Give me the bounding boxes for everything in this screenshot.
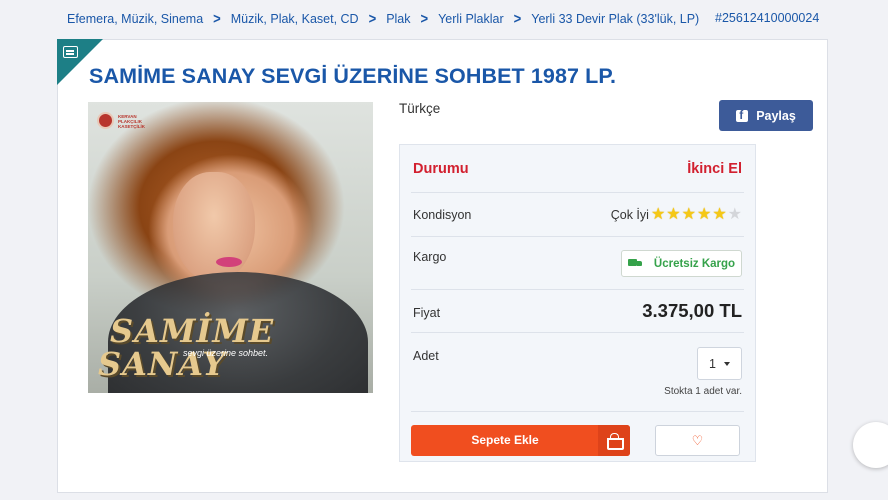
quantity-label: Adet (413, 349, 439, 363)
product-language: Türkçe (399, 101, 441, 116)
share-label: Paylaş (756, 108, 796, 123)
condition-value: İkinci El (687, 161, 742, 177)
breadcrumb-separator-icon: > (513, 10, 522, 27)
cargo-row: Kargo Ücretsiz Kargo (411, 237, 744, 290)
cargo-label: Kargo (413, 250, 447, 264)
label-logo-icon (97, 112, 114, 129)
add-to-cart-button[interactable]: Sepete Ekle (411, 425, 630, 456)
breadcrumb-separator-icon: > (420, 10, 429, 27)
quantity-select[interactable]: 1 (697, 347, 742, 380)
breadcrumb-item-yerli-plaklar[interactable]: Yerli Plaklar (438, 12, 504, 26)
kondisyon-row: Kondisyon Çok İyi ★★★★★★ (411, 193, 744, 237)
cover-logo-text: KERVAN PLAKÇILIK KASETÇİLİK (118, 114, 145, 129)
facebook-icon (736, 108, 749, 122)
chevron-down-icon (723, 361, 730, 366)
cargo-value: Ücretsiz Kargo (653, 257, 736, 270)
star-filled-icon: ★ (696, 206, 712, 223)
breadcrumb-item-muzik[interactable]: Müzik, Plak, Kaset, CD (231, 12, 359, 26)
free-shipping-badge: Ücretsiz Kargo (621, 250, 742, 277)
price-label: Fiyat (413, 306, 441, 320)
star-filled-icon: ★ (666, 206, 681, 223)
cover-album-subtitle: sevgi üzerine sohbet. (183, 348, 269, 358)
price-value: 3.375,00 TL (642, 300, 742, 321)
breadcrumb-separator-icon: > (213, 10, 221, 27)
breadcrumb-separator-icon: > (368, 10, 377, 27)
star-empty-icon: ★ (727, 206, 742, 223)
price-row: Fiyat 3.375,00 TL (411, 290, 744, 333)
star-filled-icon: ★ (712, 206, 727, 223)
listing-icon (63, 46, 78, 58)
star-filled-icon: ★ (681, 206, 696, 223)
quantity-value: 1 (709, 356, 716, 371)
product-details-panel: Durumu İkinci El Kondisyon Çok İyi ★★★★★… (399, 144, 756, 462)
breadcrumb-item-efemera[interactable]: Efemera, Müzik, Sinema (67, 12, 203, 26)
add-to-cart-label: Sepete Ekle (471, 433, 539, 447)
breadcrumb: Efemera, Müzik, Sinema > Müzik, Plak, Ka… (67, 10, 699, 27)
breadcrumb-item-yerli-33-devir[interactable]: Yerli 33 Devir Plak (33'lük, LP) (531, 12, 699, 26)
kondisyon-value: Çok İyi (610, 208, 649, 222)
condition-label: Durumu (413, 161, 469, 177)
breadcrumb-item-plak[interactable]: Plak (386, 12, 410, 26)
product-id: #25612410000024 (715, 11, 820, 25)
rating-stars: ★★★★★★ (650, 206, 742, 224)
basket-icon (598, 425, 630, 456)
truck-icon (627, 258, 643, 269)
product-card: SAMİME SANAY SEVGİ ÜZERİNE SOHBET 1987 L… (57, 39, 828, 493)
product-title: SAMİME SANAY SEVGİ ÜZERİNE SOHBET 1987 L… (89, 64, 617, 88)
kondisyon-label: Kondisyon (413, 208, 472, 222)
quantity-row: Adet 1 Stokta 1 adet var. (411, 333, 744, 412)
share-button[interactable]: Paylaş (719, 100, 813, 131)
heart-icon: ♡ (691, 433, 704, 448)
condition-row: Durumu İkinci El (411, 145, 744, 193)
favorite-button[interactable]: ♡ (655, 425, 740, 456)
stock-text: Stokta 1 adet var. (664, 386, 742, 397)
kondisyon-rating: Çok İyi ★★★★★★ (611, 206, 742, 224)
star-filled-icon: ★ (650, 206, 666, 223)
floating-action-button[interactable] (853, 422, 888, 468)
product-image[interactable]: KERVAN PLAKÇILIK KASETÇİLİK SAMİME SANAY… (88, 102, 373, 393)
